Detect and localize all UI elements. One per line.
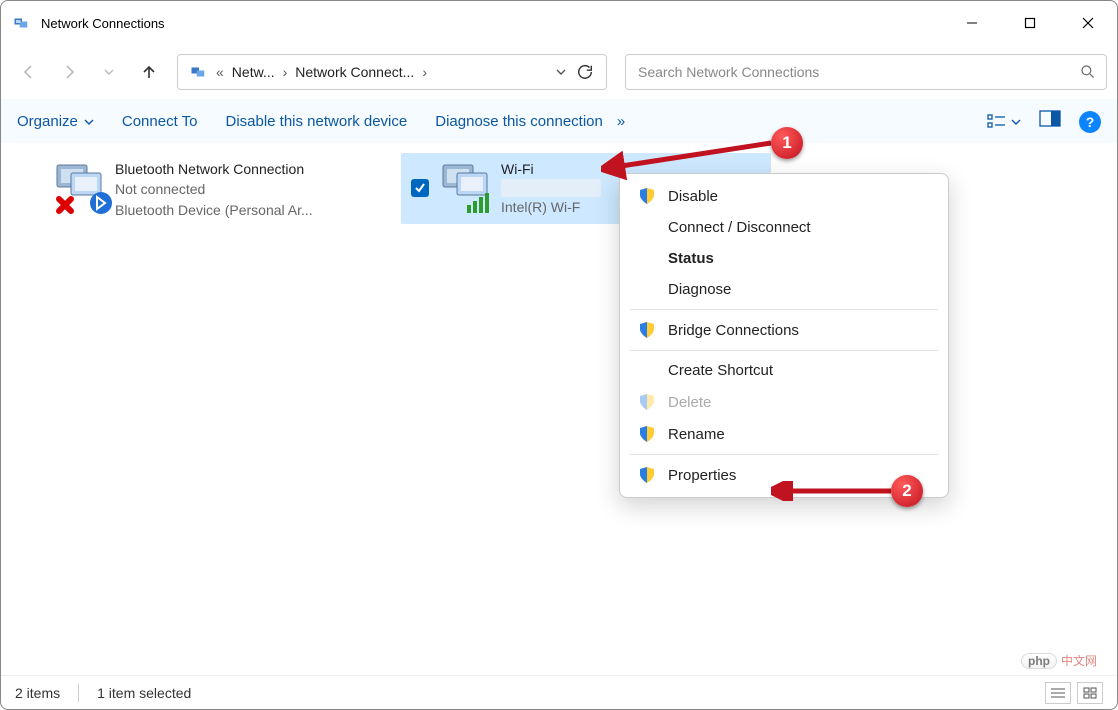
selection-count: 1 item selected <box>97 685 191 701</box>
adapter-icon <box>51 159 115 217</box>
shield-icon <box>638 187 656 205</box>
separator <box>630 309 938 310</box>
breadcrumb-seg-2[interactable]: Network Connect... <box>289 55 420 89</box>
watermark: php中文网 <box>1021 652 1097 669</box>
connect-to-button[interactable]: Connect To <box>122 113 198 130</box>
overflow-button[interactable]: » <box>617 113 625 130</box>
forward-button[interactable] <box>51 54 87 90</box>
details-view-button[interactable] <box>1045 682 1071 704</box>
divider <box>78 684 79 702</box>
ctx-delete: Delete <box>620 386 948 418</box>
minimize-button[interactable] <box>943 1 1001 45</box>
back-button[interactable] <box>11 54 47 90</box>
search-input[interactable] <box>636 63 1080 81</box>
up-button[interactable] <box>131 54 167 90</box>
diagnose-connection-button[interactable]: Diagnose this connection <box>435 113 603 130</box>
adapter-name: Wi-Fi <box>501 159 601 179</box>
status-bar: 2 items 1 item selected <box>1 675 1117 709</box>
adapter-status <box>501 179 601 197</box>
maximize-button[interactable] <box>1001 1 1059 45</box>
shield-icon <box>638 321 656 339</box>
shield-icon <box>638 425 656 443</box>
callout-2: 2 <box>891 475 923 507</box>
context-menu: Disable Connect / Disconnect Status Diag… <box>619 173 949 498</box>
help-button[interactable]: ? <box>1079 111 1101 133</box>
ctx-rename[interactable]: Rename <box>620 418 948 450</box>
ctx-diagnose[interactable]: Diagnose <box>620 274 948 305</box>
refresh-button[interactable] <box>570 55 600 89</box>
search-icon <box>1080 64 1096 80</box>
organize-menu[interactable]: Organize <box>17 113 94 130</box>
disable-device-button[interactable]: Disable this network device <box>225 113 407 130</box>
ctx-bridge[interactable]: Bridge Connections <box>620 314 948 346</box>
adapter-bluetooth[interactable]: ✓ Bluetooth Network Connection Not conne… <box>41 153 411 226</box>
search-box[interactable] <box>625 54 1107 90</box>
adapter-name: Bluetooth Network Connection <box>115 159 313 179</box>
adapter-status: Not connected <box>115 179 313 199</box>
close-button[interactable] <box>1059 1 1117 45</box>
adapter-device: Intel(R) Wi-F <box>501 197 601 217</box>
large-icons-view-button[interactable] <box>1077 682 1103 704</box>
app-icon <box>13 14 31 32</box>
separator <box>630 350 938 351</box>
callout-1: 1 <box>771 127 803 159</box>
address-history-dropdown[interactable] <box>552 55 570 89</box>
shield-icon <box>638 466 656 484</box>
view-menu[interactable] <box>987 113 1021 131</box>
check-icon <box>411 179 429 197</box>
adapter-device: Bluetooth Device (Personal Ar... <box>115 200 313 220</box>
ctx-status[interactable]: Status <box>620 243 948 274</box>
breadcrumb-seg-1[interactable]: Netw... <box>226 55 281 89</box>
chevron-right-icon: › <box>281 55 290 89</box>
adapter-icon <box>437 159 501 217</box>
ctx-connect-disconnect[interactable]: Connect / Disconnect <box>620 212 948 243</box>
ctx-disable[interactable]: Disable <box>620 180 948 212</box>
chevron-right-icon: › <box>420 55 429 89</box>
recent-dropdown[interactable] <box>91 54 127 90</box>
window-title: Network Connections <box>41 16 165 31</box>
chevron-left-icon[interactable]: « <box>214 55 226 89</box>
content-area: ✓ Bluetooth Network Connection Not conne… <box>1 143 1117 677</box>
ctx-create-shortcut[interactable]: Create Shortcut <box>620 355 948 386</box>
shield-icon <box>638 393 656 411</box>
address-icon <box>184 55 214 89</box>
separator <box>630 454 938 455</box>
preview-pane-button[interactable] <box>1039 110 1061 133</box>
item-count: 2 items <box>15 685 60 701</box>
address-bar[interactable]: « Netw... › Network Connect... › <box>177 54 607 90</box>
